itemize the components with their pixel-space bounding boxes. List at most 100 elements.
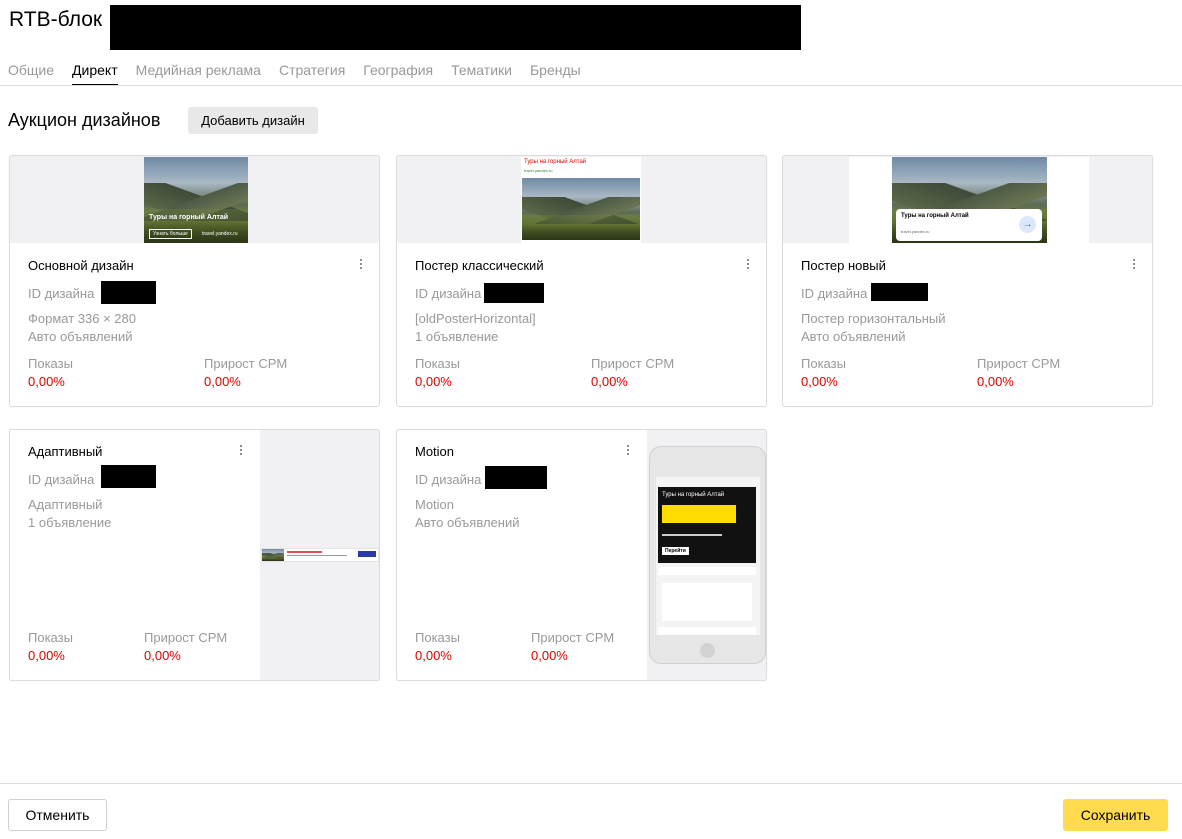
more-menu-icon[interactable] — [623, 443, 633, 459]
preview-subtext-line — [662, 534, 722, 536]
preview-card: Туры на горный Алтай travel.yandex.ru → — [896, 209, 1042, 241]
tab-general[interactable]: Общие — [8, 61, 54, 86]
card-preview-area: Туры на горный Алтай Узнать больше trave… — [10, 156, 379, 243]
design-ads-count: Авто объявлений — [801, 329, 906, 344]
design-preview-image: Туры на горный Алтай travel.yandex.ru → — [892, 157, 1047, 243]
card-preview-area: Туры на горный Алтай Перейти — [647, 430, 766, 680]
cancel-button[interactable]: Отменить — [8, 799, 107, 831]
design-preview-image — [522, 178, 640, 240]
tab-topics[interactable]: Тематики — [451, 61, 512, 86]
preview-url: travel.yandex.ru — [901, 229, 930, 234]
design-preview-image: Туры на горный Алтай Узнать больше trave… — [144, 157, 248, 243]
design-id-label: ID дизайна — [28, 472, 95, 487]
design-ads-count: 1 объявление — [28, 515, 112, 530]
more-menu-icon[interactable] — [1129, 257, 1139, 273]
preview-text-line — [287, 555, 347, 556]
design-card-classic-poster[interactable]: Туры на горный Алтай travel.yandex.ru По… — [396, 155, 767, 407]
section-title: Аукцион дизайнов — [8, 110, 161, 130]
design-ads-count: Авто объявлений — [28, 329, 133, 344]
impressions-label: Показы — [28, 356, 73, 371]
preview-button — [358, 551, 376, 557]
redacted-design-id — [485, 466, 547, 489]
design-id-label: ID дизайна — [415, 472, 482, 487]
page-header: RTB-блок — [9, 6, 102, 46]
redacted-design-id — [484, 283, 544, 303]
impressions-label: Показы — [415, 630, 460, 645]
preview-title: Туры на горный Алтай — [901, 213, 969, 219]
cpm-value: 0,00% — [144, 648, 181, 663]
design-preview-banner — [261, 548, 379, 562]
preview-title: Туры на горный Алтай — [662, 492, 725, 498]
cpm-label: Прирост CPM — [977, 356, 1061, 371]
design-ads-count: Авто объявлений — [415, 515, 520, 530]
more-menu-icon[interactable] — [356, 257, 366, 273]
design-card-new-poster[interactable]: Туры на горный Алтай travel.yandex.ru → … — [782, 155, 1153, 407]
placeholder-block — [658, 567, 756, 575]
tab-geography[interactable]: География — [363, 61, 433, 86]
cpm-value: 0,00% — [977, 374, 1014, 389]
impressions-label: Показы — [801, 356, 846, 371]
more-menu-icon[interactable] — [743, 257, 753, 273]
redacted-design-id — [871, 283, 928, 301]
phone-screen: Туры на горный Алтай Перейти — [656, 477, 760, 635]
design-format: Адаптивный — [28, 497, 103, 512]
tab-brands[interactable]: Бренды — [530, 61, 581, 86]
cpm-label: Прирост CPM — [531, 630, 615, 645]
design-id-label: ID дизайна — [415, 286, 482, 301]
tabs-divider — [0, 85, 1182, 86]
impressions-value: 0,00% — [801, 374, 838, 389]
cpm-label: Прирост CPM — [591, 356, 675, 371]
cpm-label: Прирост CPM — [204, 356, 288, 371]
preview-text-line — [287, 551, 322, 553]
preview-button: Перейти — [662, 547, 689, 555]
tab-media[interactable]: Медийная реклама — [136, 61, 261, 86]
arrow-right-icon: → — [1019, 216, 1036, 233]
design-preview-frame: Туры на горный Алтай travel.yandex.ru → — [849, 157, 1089, 243]
card-title: Постер новый — [801, 258, 886, 273]
card-preview-area: Туры на горный Алтай travel.yandex.ru → — [783, 156, 1152, 243]
design-format: Формат 336 × 280 — [28, 311, 136, 326]
tab-bar: Общие Директ Медийная реклама Стратегия … — [8, 61, 581, 86]
design-format: Постер горизонтальный — [801, 311, 946, 326]
impressions-value: 0,00% — [415, 648, 452, 663]
card-preview-area — [260, 430, 379, 680]
design-preview-frame: Туры на горный Алтай travel.yandex.ru — [521, 157, 641, 243]
phone-mockup: Туры на горный Алтай Перейти — [649, 446, 766, 664]
save-button[interactable]: Сохранить — [1063, 799, 1168, 831]
placeholder-block — [658, 627, 756, 635]
add-design-button[interactable]: Добавить дизайн — [188, 107, 318, 134]
preview-highlight — [662, 505, 736, 523]
tab-direct[interactable]: Директ — [72, 61, 118, 86]
cpm-value: 0,00% — [531, 648, 568, 663]
footer-divider — [0, 783, 1182, 784]
redacted-design-id — [101, 281, 156, 304]
preview-title: Туры на горный Алтай — [524, 159, 587, 165]
placeholder-block — [662, 583, 752, 621]
design-card-motion[interactable]: Туры на горный Алтай Перейти Motion ID д… — [396, 429, 767, 681]
card-title: Постер классический — [415, 258, 544, 273]
preview-title: Туры на горный Алтай — [149, 214, 229, 221]
cpm-value: 0,00% — [204, 374, 241, 389]
preview-url: travel.yandex.ru — [202, 231, 238, 237]
card-title: Адаптивный — [28, 444, 103, 459]
cpm-value: 0,00% — [591, 374, 628, 389]
card-preview-area: Туры на горный Алтай travel.yandex.ru — [397, 156, 766, 243]
page-title: RTB-блок — [9, 8, 103, 31]
preview-button: Узнать больше — [149, 229, 192, 239]
tab-strategy[interactable]: Стратегия — [279, 61, 345, 86]
design-format: [oldPosterHorizontal] — [415, 311, 536, 326]
impressions-label: Показы — [28, 630, 73, 645]
redacted-design-id — [101, 465, 156, 488]
redacted-block-name — [110, 5, 801, 50]
more-menu-icon[interactable] — [236, 443, 246, 459]
design-preview-image — [262, 549, 284, 561]
cpm-label: Прирост CPM — [144, 630, 228, 645]
design-format: Motion — [415, 497, 455, 512]
design-id-label: ID дизайна — [28, 286, 95, 301]
card-title: Основной дизайн — [28, 258, 134, 273]
design-card-adaptive[interactable]: Адаптивный ID дизайна Адаптивный 1 объяв… — [9, 429, 380, 681]
impressions-value: 0,00% — [28, 648, 65, 663]
impressions-value: 0,00% — [415, 374, 452, 389]
design-card-main[interactable]: Туры на горный Алтай Узнать больше trave… — [9, 155, 380, 407]
preview-url: travel.yandex.ru — [524, 168, 553, 173]
